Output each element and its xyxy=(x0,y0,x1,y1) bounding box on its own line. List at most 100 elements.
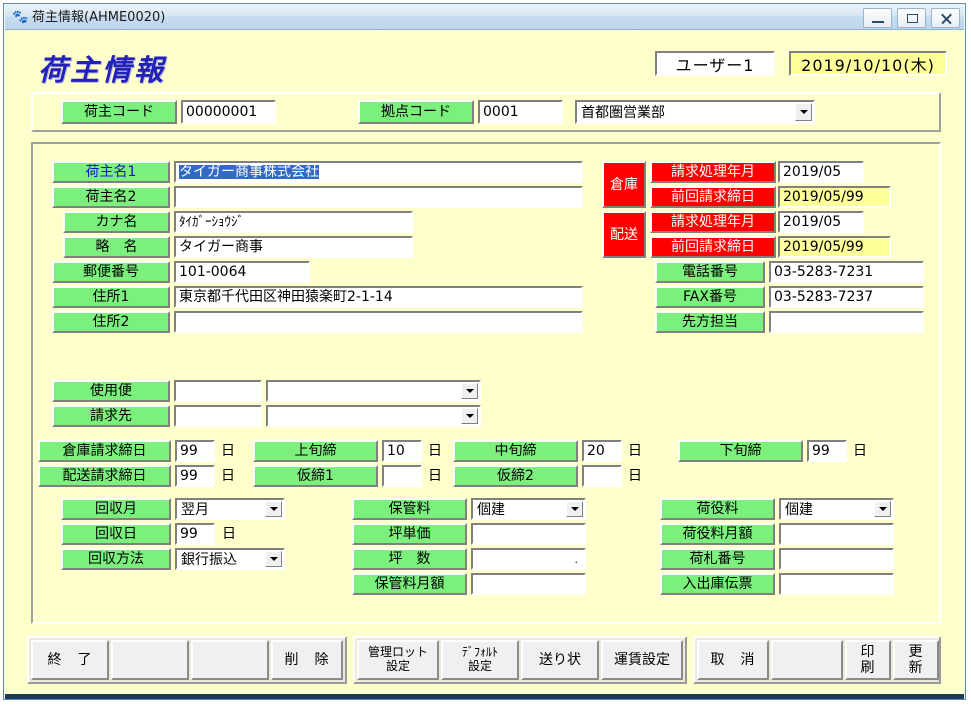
storage-monthly-label: 保管料月額 xyxy=(352,573,467,595)
default-setting-button[interactable]: ﾃﾞﾌｫﾙﾄ 設定 xyxy=(441,640,519,680)
early-closing-unit: 日 xyxy=(428,443,442,459)
close-button[interactable] xyxy=(931,8,960,28)
postal-code-input[interactable]: 101-0064 xyxy=(174,261,310,283)
base-name-combo[interactable]: 首都圏営業部 xyxy=(575,100,815,124)
tsubo-count-input[interactable]: . xyxy=(471,548,586,570)
chevron-down-icon[interactable] xyxy=(461,408,478,424)
late-closing-unit: 日 xyxy=(853,443,867,459)
contact-person-label: 先方担当 xyxy=(655,311,765,333)
billing-destination-combo[interactable] xyxy=(266,405,481,427)
shipper-name2-input[interactable] xyxy=(174,186,583,208)
shipper-name1-input[interactable]: タイガー商事株式会社 xyxy=(174,161,583,183)
shipper-code-input[interactable]: 00000001 xyxy=(181,100,276,124)
phone-input[interactable]: 03-5283-7231 xyxy=(769,261,924,283)
temp-closing1-input[interactable] xyxy=(382,465,422,487)
client-area: 荷主情報 ユーザー1 2019/10/10(木) 荷主コード 00000001 … xyxy=(5,30,964,699)
delivery-closing-input[interactable]: 99 xyxy=(175,465,215,487)
kana-name-label: カナ名 xyxy=(63,211,170,233)
late-closing-input[interactable]: 99 xyxy=(807,440,847,462)
handling-fee-combo[interactable]: 個建 xyxy=(779,498,894,520)
address1-input[interactable]: 東京都千代田区神田猿楽町2-1-14 xyxy=(174,286,583,308)
chevron-down-icon[interactable] xyxy=(566,501,583,517)
application-window: 🐾 荷主情報(AHME0020) 荷主情報 ユーザー1 2019/10/10(木… xyxy=(3,3,966,700)
shipper-code-label: 荷主コード xyxy=(61,100,177,124)
storage-monthly-input[interactable] xyxy=(471,573,586,595)
phone-label: 電話番号 xyxy=(655,261,765,283)
delivery-billing-month-label: 請求処理年月 xyxy=(650,211,776,233)
mid-closing-label: 中旬締 xyxy=(453,440,578,462)
short-name-label: 略 名 xyxy=(63,236,170,258)
app-icon: 🐾 xyxy=(12,10,29,25)
fax-input[interactable]: 03-5283-7237 xyxy=(769,286,924,308)
warehouse-last-closing-value[interactable]: 2019/05/99 xyxy=(778,186,891,208)
mid-closing-unit: 日 xyxy=(628,443,642,459)
storage-fee-combo[interactable]: 個建 xyxy=(471,498,586,520)
cancel-button[interactable]: 取 消 xyxy=(697,640,769,680)
delivery-last-closing-label: 前回請求締日 xyxy=(650,236,776,258)
shipper-name1-label: 荷主名1 xyxy=(52,161,170,183)
blank-button-1[interactable] xyxy=(111,640,189,680)
delete-button[interactable]: 削 除 xyxy=(271,640,343,680)
used-service-combo[interactable] xyxy=(266,380,481,402)
address2-input[interactable] xyxy=(174,311,583,333)
collection-day-unit: 日 xyxy=(222,526,236,542)
contact-person-input[interactable] xyxy=(769,311,924,333)
maximize-icon xyxy=(906,14,918,23)
chevron-down-icon[interactable] xyxy=(795,103,812,121)
collection-day-label: 回収日 xyxy=(61,523,171,545)
short-name-input[interactable]: タイガー商事 xyxy=(174,236,413,258)
mid-closing-input[interactable]: 20 xyxy=(582,440,622,462)
unit-price-label: 坪単価 xyxy=(352,523,467,545)
collection-method-value: 銀行振込 xyxy=(181,552,237,568)
lot-setting-button[interactable]: 管理ロット 設定 xyxy=(357,640,439,680)
collection-method-combo[interactable]: 銀行振込 xyxy=(175,548,285,570)
exit-button[interactable]: 終 了 xyxy=(31,640,109,680)
warehouse-billing-month-label: 請求処理年月 xyxy=(650,161,776,183)
delivery-last-closing-value[interactable]: 2019/05/99 xyxy=(778,236,891,258)
chevron-down-icon[interactable] xyxy=(265,551,282,567)
user-display: ユーザー1 xyxy=(655,51,775,76)
window-controls xyxy=(862,8,960,28)
warehouse-closing-input[interactable]: 99 xyxy=(175,440,215,462)
storage-fee-label: 保管料 xyxy=(352,498,467,520)
chevron-down-icon[interactable] xyxy=(874,501,891,517)
unit-price-input[interactable] xyxy=(471,523,586,545)
chevron-down-icon[interactable] xyxy=(461,383,478,399)
warehouse-last-closing-label: 前回請求締日 xyxy=(650,186,776,208)
chevron-down-icon[interactable] xyxy=(265,501,282,517)
collection-month-combo[interactable]: 翌月 xyxy=(175,498,285,520)
invoice-button[interactable]: 送り状 xyxy=(521,640,599,680)
maximize-button[interactable] xyxy=(896,8,926,28)
tag-number-input[interactable] xyxy=(779,548,894,570)
delivery-category-label: 配送 xyxy=(602,211,646,258)
print-button[interactable]: 印 刷 xyxy=(845,640,891,680)
base-code-input[interactable]: 0001 xyxy=(478,100,563,124)
warehouse-category-label: 倉庫 xyxy=(602,161,646,208)
blank-button-3[interactable] xyxy=(771,640,843,680)
postal-code-label: 郵便番号 xyxy=(52,261,170,283)
tag-number-label: 荷札番号 xyxy=(660,548,775,570)
billing-destination-code-input[interactable] xyxy=(174,405,262,427)
slip-number-input[interactable] xyxy=(779,573,894,595)
temp-closing2-input[interactable] xyxy=(582,465,622,487)
early-closing-input[interactable]: 10 xyxy=(382,440,422,462)
delivery-closing-unit: 日 xyxy=(221,468,235,484)
minimize-button[interactable] xyxy=(862,8,892,28)
warehouse-billing-month-value[interactable]: 2019/05 xyxy=(778,161,864,183)
window-title: 荷主情報(AHME0020) xyxy=(32,10,166,25)
freight-setting-button[interactable]: 運賃設定 xyxy=(601,640,683,680)
collection-day-input[interactable]: 99 xyxy=(175,523,215,545)
handling-monthly-input[interactable] xyxy=(779,523,894,545)
page-title: 荷主情報 xyxy=(38,53,167,87)
collection-month-label: 回収月 xyxy=(61,498,171,520)
temp-closing1-label: 仮締1 xyxy=(253,465,378,487)
minimize-icon xyxy=(871,21,884,23)
storage-fee-value: 個建 xyxy=(477,502,505,518)
slip-number-label: 入出庫伝票 xyxy=(660,573,775,595)
delivery-billing-month-value[interactable]: 2019/05 xyxy=(778,211,864,233)
update-button[interactable]: 更 新 xyxy=(893,640,939,680)
kana-name-input[interactable]: ﾀｲｶﾞｰｼｮｳｼﾞ xyxy=(174,211,413,233)
billing-destination-label: 請求先 xyxy=(52,405,170,427)
blank-button-2[interactable] xyxy=(191,640,269,680)
used-service-code-input[interactable] xyxy=(174,380,262,402)
